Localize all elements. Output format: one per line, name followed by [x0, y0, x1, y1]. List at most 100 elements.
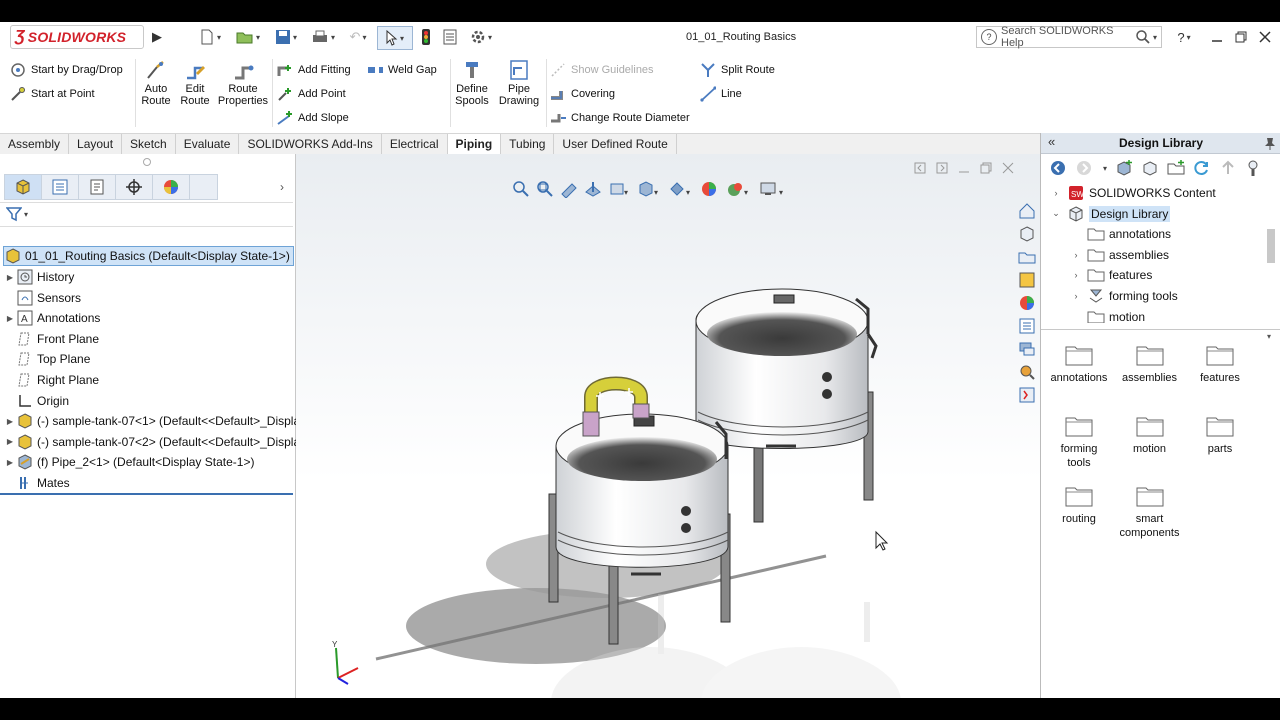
forward-arrow-icon[interactable]	[1075, 159, 1093, 177]
edit-route-button[interactable]: Edit Route	[178, 59, 212, 107]
show-guidelines-button[interactable]: Show Guidelines	[550, 62, 654, 78]
tab-layout[interactable]: Layout	[69, 134, 123, 154]
home-icon[interactable]	[1018, 202, 1036, 220]
library-tree-item-solidworks-content[interactable]: › SW SOLIDWORKS Content	[1049, 183, 1216, 203]
tab-configuration-manager[interactable]	[79, 175, 116, 199]
route-properties-button[interactable]: Route Properties	[216, 59, 270, 107]
file-explorer-icon[interactable]	[1018, 248, 1036, 266]
appearances-icon[interactable]	[1018, 294, 1036, 312]
add-file-location-icon[interactable]	[1141, 159, 1159, 177]
open-button[interactable]: ▾	[230, 27, 266, 47]
tab-feature-tree[interactable]	[5, 175, 42, 199]
solidworks-logo[interactable]: Ʒ SOLIDWORKS	[10, 25, 144, 49]
tab-piping[interactable]: Piping	[447, 134, 502, 154]
options-button[interactable]: ▾	[464, 27, 498, 47]
tree-root-assembly[interactable]: 01_01_Routing Basics (Default<Display St…	[3, 246, 294, 266]
define-spools-button[interactable]: Define Spools	[454, 59, 490, 107]
start-by-drag-drop-button[interactable]: Start by Drag/Drop	[10, 62, 123, 78]
filter-button[interactable]: ▾	[6, 206, 28, 222]
menu-expand-arrow-icon[interactable]: ▶	[150, 27, 164, 47]
add-to-library-icon[interactable]	[1115, 159, 1133, 177]
expand-arrow-icon[interactable]: ▶	[4, 417, 16, 426]
search-dropdown-icon[interactable]: ▾	[1153, 33, 1157, 42]
design-library-icon[interactable]	[1018, 271, 1036, 289]
create-new-folder-icon[interactable]	[1167, 159, 1185, 177]
expand-arrow-icon[interactable]: ▶	[4, 273, 16, 282]
tree-item-sample-tank-07-2-default-default-displa[interactable]: ▶ (-) sample-tank-07<2> (Default<<Default…	[0, 432, 300, 452]
tab-property-manager[interactable]	[42, 175, 79, 199]
tab-solidworks-add-ins[interactable]: SOLIDWORKS Add-Ins	[239, 134, 382, 154]
expand-arrow-icon[interactable]: ›	[1069, 291, 1083, 301]
search-library-icon[interactable]	[1245, 159, 1263, 177]
search-help-box[interactable]: ? Search SOLIDWORKS Help ▾	[976, 25, 1162, 49]
library-folder-forming-tools[interactable]: forming tools	[1044, 415, 1114, 470]
select-button[interactable]: ▾	[377, 26, 413, 50]
tab-sketch[interactable]: Sketch	[122, 134, 176, 154]
tab-user-defined-route[interactable]: User Defined Route	[554, 134, 677, 154]
tree-item-right-plane[interactable]: Right Plane	[0, 370, 99, 390]
graphics-area[interactable]: ▾ ▾ ▾ ▾ ▾ Y	[296, 154, 1040, 698]
library-folder-routing[interactable]: routing	[1044, 485, 1114, 526]
expand-arrow-icon[interactable]: ▶	[4, 458, 16, 467]
panel-grip-icon[interactable]	[143, 158, 151, 166]
expand-arrow-icon[interactable]: ⌄	[1049, 208, 1063, 219]
reference-triad[interactable]: Y	[332, 640, 359, 685]
change-route-diameter-button[interactable]: Change Route Diameter	[550, 110, 690, 126]
search-icon[interactable]	[1135, 29, 1151, 45]
rebuild-button[interactable]	[418, 27, 434, 47]
library-folder-smart-components[interactable]: smart components	[1115, 485, 1185, 540]
tab-dimxpert-manager[interactable]	[116, 175, 153, 199]
pin-icon[interactable]	[1263, 136, 1277, 150]
tree-item-f-pipe-2-1-default-display-state-1[interactable]: ▶ (f) Pipe_2<1> (Default<Display State-1>…	[0, 452, 254, 472]
tree-item-sensors[interactable]: Sensors	[0, 288, 81, 308]
library-folder-annotations[interactable]: annotations	[1044, 344, 1114, 385]
pipe-drawing-button[interactable]: Pipe Drawing	[496, 59, 542, 107]
expand-arrow-icon[interactable]: ›	[1049, 188, 1063, 198]
tree-item-history[interactable]: ▶ History	[0, 267, 74, 287]
restore-button[interactable]	[1232, 27, 1250, 47]
expand-arrow-icon[interactable]: ▶	[4, 437, 16, 446]
model-viewport[interactable]: Y	[296, 154, 1040, 698]
electrical-library-icon[interactable]	[1018, 386, 1036, 404]
routing-library-icon[interactable]	[1018, 363, 1036, 381]
split-route-button[interactable]: Split Route	[700, 62, 775, 78]
custom-properties-icon[interactable]	[1018, 317, 1036, 335]
library-tree-item-design-library[interactable]: ⌄ Design Library	[1049, 204, 1171, 224]
save-button[interactable]: ▾	[268, 27, 304, 47]
close-button[interactable]	[1256, 27, 1274, 47]
refresh-icon[interactable]	[1193, 159, 1211, 177]
tree-scrollbar-thumb[interactable]	[1267, 229, 1275, 263]
up-one-level-icon[interactable]	[1219, 159, 1237, 177]
start-at-point-button[interactable]: Start at Point	[10, 86, 95, 102]
line-button[interactable]: Line	[700, 86, 742, 102]
panel-more-arrow-icon[interactable]: ›	[280, 180, 284, 194]
minimize-button[interactable]	[1208, 27, 1226, 47]
add-slope-button[interactable]: Add Slope	[277, 110, 349, 126]
add-fitting-button[interactable]: Add Fitting	[277, 62, 351, 78]
rollback-bar[interactable]	[0, 493, 293, 495]
undo-button[interactable]: ↶ ▾	[342, 27, 374, 47]
expand-arrow-icon[interactable]: ›	[1069, 270, 1083, 280]
tree-item-origin[interactable]: Origin	[0, 391, 69, 411]
library-folder-assemblies[interactable]: assemblies	[1115, 344, 1185, 385]
weld-gap-button[interactable]: Weld Gap	[367, 62, 437, 78]
tab-evaluate[interactable]: Evaluate	[176, 134, 240, 154]
file-properties-button[interactable]	[440, 27, 460, 47]
expand-arrow-icon[interactable]: ▶	[4, 314, 16, 323]
forum-icon[interactable]	[1018, 340, 1036, 358]
library-tree-item-annotations[interactable]: annotations	[1069, 224, 1171, 244]
library-folder-motion[interactable]: motion	[1115, 415, 1185, 456]
tree-item-annotations[interactable]: ▶ A Annotations	[0, 308, 100, 328]
tab-assembly[interactable]: Assembly	[0, 134, 70, 154]
tree-item-mates[interactable]: Mates	[0, 473, 70, 493]
history-dropdown-icon[interactable]: ▾	[1103, 164, 1107, 173]
auto-route-button[interactable]: Auto Route	[140, 59, 172, 107]
back-arrow-icon[interactable]	[1049, 159, 1067, 177]
library-tree-item-features[interactable]: › features	[1069, 265, 1153, 285]
tab-display-manager[interactable]	[153, 175, 190, 199]
library-folder-parts[interactable]: parts	[1185, 415, 1255, 456]
tree-item-top-plane[interactable]: Top Plane	[0, 349, 90, 369]
solidworks-resources-icon[interactable]	[1018, 225, 1036, 243]
print-button[interactable]: ▾	[305, 27, 341, 47]
tree-item-front-plane[interactable]: Front Plane	[0, 329, 99, 349]
